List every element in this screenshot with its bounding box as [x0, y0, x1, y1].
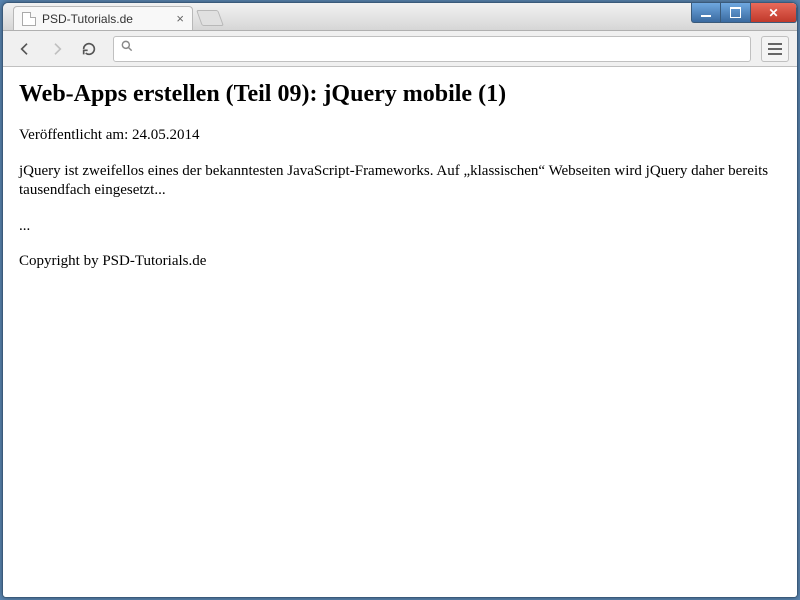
- browser-window: PSD-Tutorials.de ×: [2, 2, 798, 598]
- browser-toolbar: [3, 31, 797, 67]
- back-button[interactable]: [11, 35, 39, 63]
- titlebar: PSD-Tutorials.de ×: [3, 3, 797, 31]
- address-bar[interactable]: [113, 36, 751, 62]
- window-controls: [691, 3, 797, 23]
- url-input[interactable]: [138, 38, 744, 60]
- close-window-button[interactable]: [751, 3, 797, 23]
- reload-button[interactable]: [75, 35, 103, 63]
- copyright-text: Copyright by PSD-Tutorials.de: [19, 252, 781, 272]
- search-icon: [120, 39, 134, 58]
- page-heading: Web-Apps erstellen (Teil 09): jQuery mob…: [19, 81, 781, 108]
- page-content: Web-Apps erstellen (Teil 09): jQuery mob…: [3, 67, 797, 597]
- tab-title: PSD-Tutorials.de: [42, 12, 133, 26]
- intro-paragraph: jQuery ist zweifellos eines der bekannte…: [19, 162, 781, 201]
- published-date: Veröffentlicht am: 24.05.2014: [19, 126, 781, 146]
- maximize-button[interactable]: [721, 3, 751, 23]
- hamburger-icon: [768, 43, 782, 55]
- close-tab-icon[interactable]: ×: [176, 11, 184, 26]
- new-tab-button[interactable]: [196, 10, 224, 26]
- menu-button[interactable]: [761, 36, 789, 62]
- ellipsis-text: ...: [19, 217, 781, 237]
- page-icon: [22, 12, 36, 26]
- minimize-button[interactable]: [691, 3, 721, 23]
- forward-button[interactable]: [43, 35, 71, 63]
- browser-tab[interactable]: PSD-Tutorials.de ×: [13, 6, 193, 30]
